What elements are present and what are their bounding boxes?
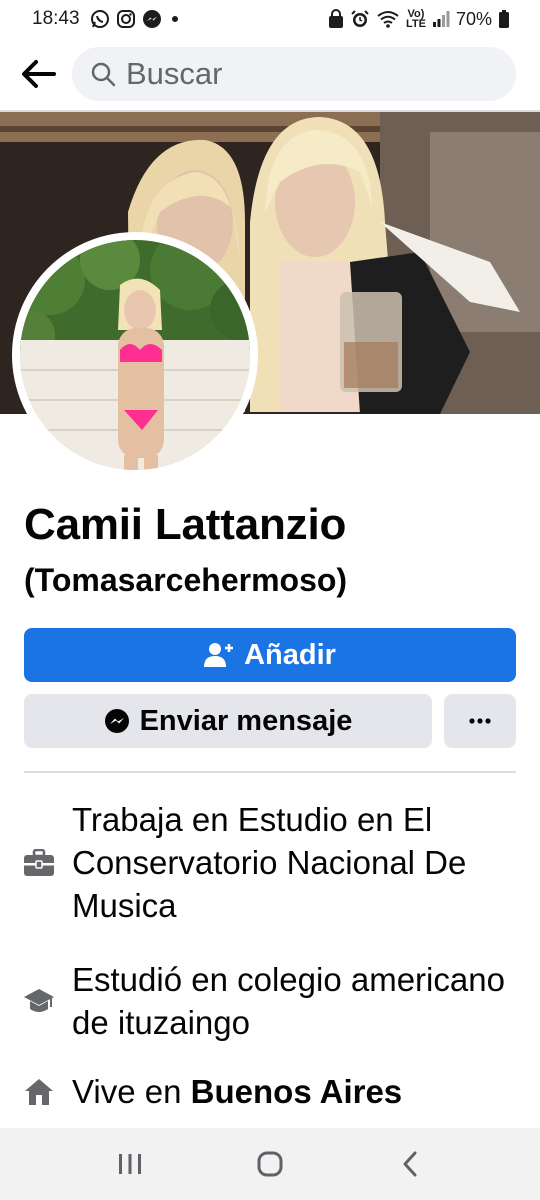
notification-dot-icon bbox=[168, 12, 182, 26]
intro-lives-city[interactable]: Buenos Aires bbox=[191, 1073, 403, 1110]
whatsapp-icon bbox=[90, 9, 110, 29]
intro-lives-prefix: Vive en bbox=[72, 1073, 191, 1110]
section-divider bbox=[24, 771, 516, 773]
messenger-icon bbox=[104, 709, 129, 733]
intro-lives: Vive en Buenos Aires bbox=[0, 1070, 540, 1113]
system-nav-bar bbox=[0, 1128, 540, 1200]
home-icon bbox=[0, 1078, 72, 1106]
volte-bottom: LTE bbox=[406, 18, 426, 30]
more-options-button[interactable] bbox=[444, 694, 516, 748]
back-button[interactable] bbox=[18, 54, 58, 94]
status-left: 18:43 bbox=[32, 8, 182, 30]
status-right: Vo) LTE 70% bbox=[328, 9, 510, 30]
intro-work-text: Trabaja en Estudio en El Conservatorio N… bbox=[72, 801, 467, 924]
status-time: 18:43 bbox=[32, 8, 80, 29]
profile-avatar[interactable] bbox=[12, 232, 258, 478]
recent-apps-icon bbox=[119, 1154, 141, 1174]
home-button[interactable] bbox=[240, 1134, 300, 1194]
add-friend-icon bbox=[204, 643, 234, 667]
instagram-icon bbox=[116, 9, 136, 29]
recent-apps-button[interactable] bbox=[100, 1134, 160, 1194]
more-dots-icon bbox=[469, 718, 491, 724]
messenger-notification-icon bbox=[142, 9, 162, 29]
back-arrow-icon bbox=[22, 60, 56, 88]
signal-icon bbox=[432, 10, 450, 28]
intro-work: Trabaja en Estudio en El Conservatorio N… bbox=[0, 798, 540, 927]
add-friend-label: Añadir bbox=[244, 638, 336, 671]
wifi-icon bbox=[376, 9, 400, 29]
briefcase-icon bbox=[0, 848, 72, 877]
send-message-button[interactable]: Enviar mensaje bbox=[24, 694, 432, 748]
avatar-image bbox=[20, 240, 250, 470]
intro-education: Estudió en colegio americano de ituzaing… bbox=[0, 958, 540, 1044]
search-box[interactable] bbox=[72, 47, 516, 101]
graduation-cap-icon bbox=[0, 987, 72, 1015]
send-message-label: Enviar mensaje bbox=[139, 704, 353, 737]
lock-icon bbox=[328, 9, 344, 29]
battery-percent: 70% bbox=[455, 8, 492, 29]
status-bar: 18:43 Vo) LTE 70% bbox=[0, 0, 540, 38]
search-header bbox=[0, 38, 540, 110]
chevron-left-icon bbox=[403, 1151, 417, 1177]
search-input[interactable] bbox=[126, 56, 466, 92]
alarm-icon bbox=[350, 9, 370, 29]
intro-lives-text: Vive en Buenos Aires bbox=[72, 1070, 512, 1113]
profile-alternate-name: (Tomasarcehermoso) bbox=[24, 562, 348, 598]
home-circle-icon bbox=[257, 1151, 283, 1177]
volte-indicator: Vo) LTE bbox=[406, 9, 426, 30]
search-icon bbox=[91, 62, 116, 87]
battery-icon bbox=[498, 9, 510, 29]
profile-name: Camii Lattanzio bbox=[24, 500, 347, 549]
system-back-button[interactable] bbox=[380, 1134, 440, 1194]
add-friend-button[interactable]: Añadir bbox=[24, 628, 516, 682]
intro-education-text: Estudió en colegio americano de ituzaing… bbox=[72, 961, 505, 1041]
